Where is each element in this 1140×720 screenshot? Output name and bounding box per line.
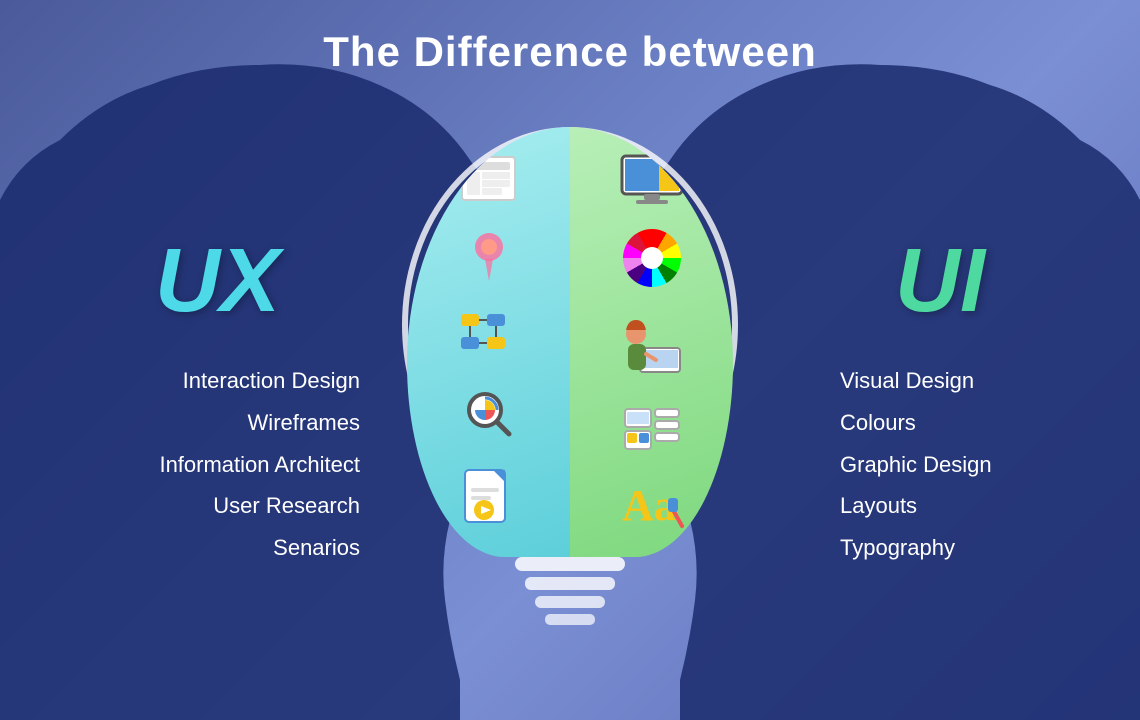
ui-item-1: Visual Design	[840, 360, 1080, 402]
person-computer-icon	[620, 310, 684, 382]
lightbulb-diagram: Aa	[385, 105, 755, 665]
page-title: The Difference between	[0, 0, 1140, 76]
ui-label: UI	[895, 230, 985, 333]
ux-item-4: User Research	[60, 485, 360, 527]
document-icon	[463, 468, 515, 528]
components-icon	[623, 405, 681, 455]
ux-item-5: Senarios	[60, 527, 360, 569]
ui-item-2: Colours	[840, 402, 1080, 444]
interaction-icon	[463, 229, 515, 281]
search-magnify-icon	[463, 388, 515, 440]
ui-item-3: Graphic Design	[840, 444, 1080, 486]
svg-text:Aa: Aa	[622, 481, 676, 530]
ui-item-5: Typography	[840, 527, 1080, 569]
ux-item-1: Interaction Design	[60, 360, 360, 402]
ux-label: UX	[155, 230, 280, 333]
ux-item-3: Information Architect	[60, 444, 360, 486]
flowchart-icon	[459, 309, 519, 359]
color-wheel-icon	[623, 229, 681, 287]
ux-items-list: Interaction Design Wireframes Informatio…	[60, 360, 360, 569]
ui-item-4: Layouts	[840, 485, 1080, 527]
ux-item-2: Wireframes	[60, 402, 360, 444]
ui-items-list: Visual Design Colours Graphic Design Lay…	[840, 360, 1080, 569]
typography-icon: Aa	[620, 478, 684, 530]
